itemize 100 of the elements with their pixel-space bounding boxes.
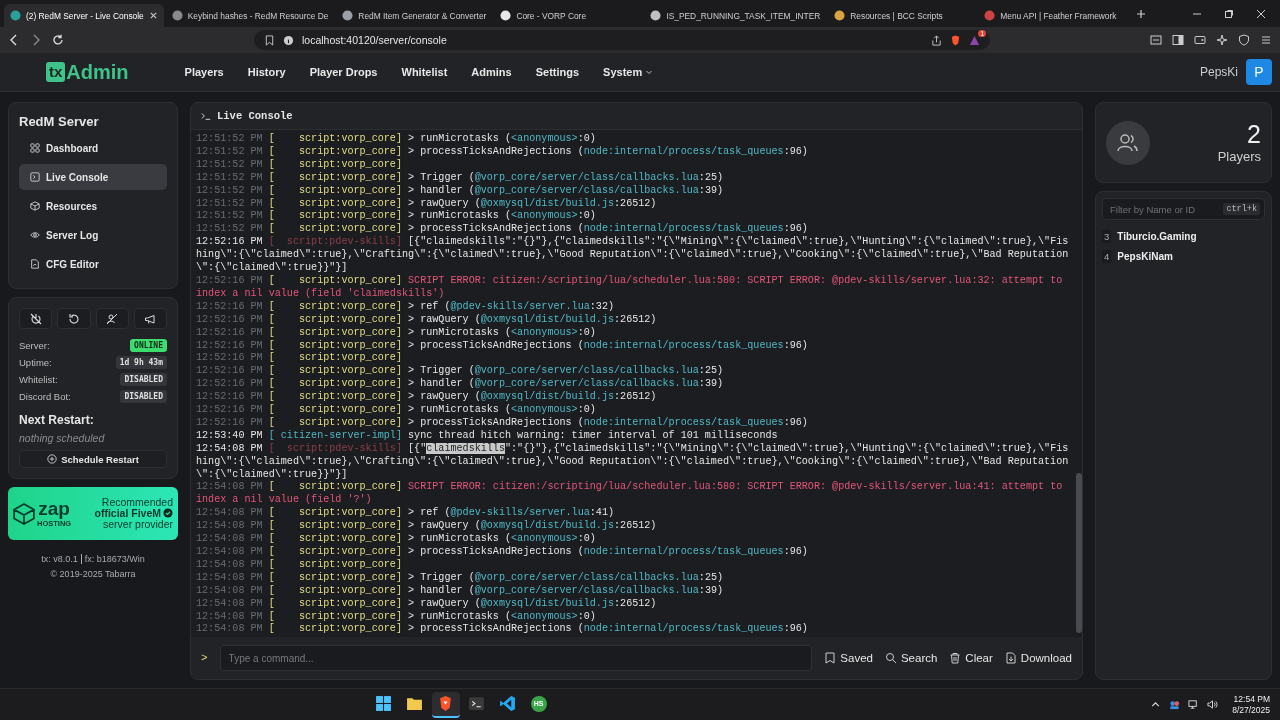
stop-button[interactable]: [19, 308, 53, 329]
browser-tab[interactable]: Keybind hashes - RedM Resource De: [165, 4, 335, 27]
trash-icon: [949, 652, 962, 664]
nav-link[interactable]: Admins: [471, 66, 512, 78]
share-icon[interactable]: [931, 34, 942, 46]
kick-button[interactable]: [95, 308, 129, 329]
nav-link[interactable]: Players: [184, 66, 224, 78]
browser-tab[interactable]: Resources | BCC Scripts: [828, 4, 977, 27]
nav-link[interactable]: System: [603, 66, 654, 78]
speaker-icon[interactable]: [1207, 699, 1219, 710]
log-line: 12:54:08 PM [ script:vorp_core] > runMicrotasks (<anonymous>:0): [196, 610, 597, 623]
shortcut-key: ctrl+k: [1223, 203, 1260, 215]
copyright-text: © 2019-2025 Tabarra: [50, 569, 136, 579]
sidebar-item[interactable]: Resources: [19, 193, 167, 219]
browser-tab[interactable]: RedM Item Generator & Converter: [336, 4, 493, 27]
sidebar-item[interactable]: Live Console: [19, 164, 167, 190]
taskbar-app[interactable]: [431, 691, 460, 718]
users-slash-icon: [106, 312, 119, 325]
player-id: 3: [1102, 229, 1112, 243]
site-icon: [171, 10, 183, 21]
lion-shield-icon: [437, 695, 454, 712]
reader-icon[interactable]: [1150, 34, 1162, 46]
clear-button[interactable]: Clear: [949, 652, 993, 664]
menu-icon[interactable]: [1260, 34, 1272, 46]
log-line: 12:52:16 PM [ script:vorp_core] > processTicksAndRejections (node:internal/process/task_queues:96): [196, 339, 809, 352]
nav-link[interactable]: History: [247, 66, 286, 78]
log-line: 12:52:16 PM [ script:vorp_core] > runMicrotasks (<anonymous>:0): [196, 404, 597, 417]
restore-icon[interactable]: [1224, 8, 1234, 19]
restart-button[interactable]: [57, 308, 91, 329]
wallet-icon[interactable]: [1194, 34, 1206, 46]
search-button[interactable]: Search: [884, 652, 938, 664]
site-icon: [834, 10, 846, 21]
site-icon: [500, 10, 512, 21]
nav-link[interactable]: Whitelist: [401, 66, 448, 78]
people-icon[interactable]: [1169, 699, 1181, 710]
player-name: Tiburcio.Gaming: [1117, 230, 1197, 242]
avatar[interactable]: P: [1246, 59, 1272, 85]
banner-text: official FiveM: [94, 508, 173, 519]
player-name: PepsKiNam: [1117, 250, 1173, 262]
scrollbar-thumb[interactable]: [1076, 473, 1082, 633]
sidebar-item[interactable]: Dashboard: [19, 135, 167, 161]
player-row[interactable]: 4 PepsKiNam: [1102, 246, 1265, 266]
status-badge: 1d 9h 43m: [115, 356, 167, 369]
reload-icon[interactable]: [52, 34, 64, 46]
user-name: PepsKi: [1199, 65, 1238, 79]
shield-icon[interactable]: [1238, 34, 1250, 46]
bookmark-icon: [824, 652, 837, 664]
power-slash-icon: [29, 312, 42, 325]
close-icon[interactable]: [1256, 8, 1266, 19]
log-line: 12:54:08 PM [ script:vorp_core] > Trigger (@vorp_core/server/class/callbacks.lua:25): [196, 571, 725, 585]
log-line: 12:52:16 PM [ script:vorp_core] > rawQuery (@oxmysql/dist/build.js:26512): [196, 391, 658, 404]
log-line: 12:51:52 PM [ script:vorp_core] > rawQuery (@oxmysql/dist/build.js:26512): [196, 197, 658, 210]
player-count-label: Players: [1217, 148, 1261, 164]
banner-text: server provider: [102, 519, 173, 530]
status-badge: DISABLED: [120, 373, 167, 386]
command-input[interactable]: Type a command...: [219, 645, 813, 671]
saved-button[interactable]: Saved: [824, 652, 873, 664]
download-icon: [1004, 652, 1017, 664]
lion-shield-icon[interactable]: [950, 34, 961, 46]
prompt-symbol: >: [201, 652, 208, 664]
nav-link[interactable]: Settings: [535, 66, 580, 78]
version-text: fx: b18673/Win: [84, 554, 145, 564]
search-icon: [884, 652, 897, 664]
sidebar-item[interactable]: CFG Editor: [19, 251, 167, 277]
log-line: 12:52:16 PM [ script:vorp_core] > handler (@vorp_core/server/class/callbacks.lua:39): [196, 378, 725, 391]
logo-mark: tx: [46, 62, 66, 82]
sparkle-icon[interactable]: [1216, 34, 1228, 46]
log-line: 12:51:52 PM [ script:vorp_core] > runMicrotasks (<anonymous>:0): [196, 133, 597, 146]
announce-button[interactable]: [133, 308, 167, 329]
schedule-restart-button[interactable]: Schedule Restart: [19, 450, 167, 468]
browser-tab[interactable]: IS_PED_RUNNING_TASK_ITEM_INTER: [644, 4, 827, 27]
triangle-icon[interactable]: [969, 34, 980, 46]
status-label: Uptime:: [19, 357, 52, 368]
sidebar-item[interactable]: Server Log: [19, 222, 167, 248]
browser-tab[interactable]: (2) RedM Server - Live Console: [4, 4, 164, 27]
player-row[interactable]: 3 Tiburcio.Gaming: [1102, 226, 1265, 246]
sidebar-icon[interactable]: [1172, 34, 1184, 46]
folder-icon: [406, 695, 423, 712]
log-line: 12:52:16 PM [ script:vorp_core] SCRIPT ERROR: citizen:/scripting/lua/scheduler.lua:580: SCRIPT ERROR: @pdev-skills/server.lua:32: attempt to index a nil value (field 'claimedskills'): [196, 274, 1064, 301]
browser-tab[interactable]: Menu API | Feather Framework: [978, 4, 1127, 27]
megaphone-icon: [144, 312, 157, 325]
log-line: 12:52:16 PM [ script:vorp_core]: [196, 352, 403, 365]
player-id: 4: [1102, 249, 1112, 263]
network-icon[interactable]: [1188, 699, 1200, 710]
site-icon: [650, 10, 662, 21]
browser-tab[interactable]: Core - VORP Core: [494, 4, 643, 27]
nav-link[interactable]: Player Drops: [309, 66, 378, 78]
close-icon[interactable]: [148, 11, 158, 20]
restart-icon: [67, 312, 80, 325]
plus-circle-icon: [47, 454, 58, 464]
log-line: 12:51:52 PM [ script:vorp_core] > processTicksAndRejections (node:internal/process/task_queues:96): [196, 223, 809, 236]
status-label: Discord Bot:: [19, 391, 71, 402]
grid-icon: [30, 143, 40, 153]
windows-icon: [375, 695, 392, 712]
new-tab-icon[interactable]: [1136, 8, 1147, 19]
bookmark-icon[interactable]: [264, 34, 275, 46]
log-line: 12:54:08 PM [ script:vorp_core] > processTicksAndRejections (node:internal/process/task_queues:96): [196, 623, 809, 637]
check-badge-icon: [163, 508, 173, 519]
download-button[interactable]: Download: [1004, 652, 1072, 664]
log-line: 12:51:52 PM [ script:vorp_core]: [196, 158, 403, 172]
